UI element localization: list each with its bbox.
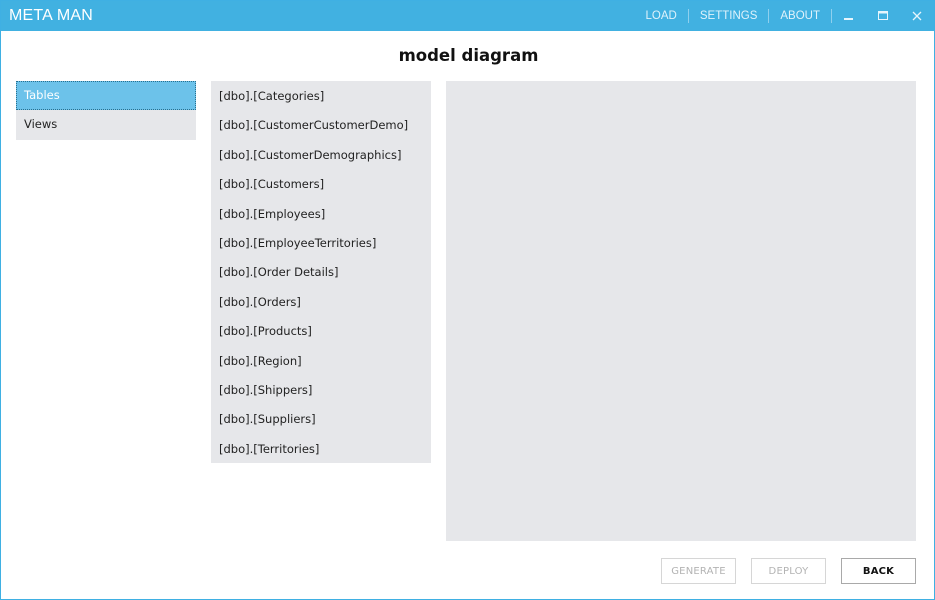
table-list-item[interactable]: [dbo].[CustomerCustomerDemo] (211, 111, 431, 140)
settings-link[interactable]: SETTINGS (689, 9, 769, 23)
table-list-item[interactable]: [dbo].[CustomerDemographics] (211, 141, 431, 170)
minimize-icon (844, 18, 853, 20)
maximize-button[interactable] (866, 1, 900, 31)
table-list-item[interactable]: [dbo].[Categories] (211, 82, 431, 111)
generate-button[interactable]: GENERATE (661, 558, 736, 584)
table-list-item[interactable]: [dbo].[Territories] (211, 435, 431, 464)
about-link[interactable]: ABOUT (769, 9, 831, 23)
back-button[interactable]: BACK (841, 558, 916, 584)
close-button[interactable] (900, 1, 934, 31)
maximize-icon (878, 11, 888, 20)
table-list-item[interactable]: [dbo].[Orders] (211, 288, 431, 317)
top-nav: LOAD SETTINGS ABOUT (635, 1, 934, 31)
table-list-item[interactable]: [dbo].[Customers] (211, 170, 431, 199)
category-item-tables[interactable]: Tables (16, 81, 196, 110)
table-list-item[interactable]: [dbo].[Order Details] (211, 258, 431, 287)
category-list: Tables Views (16, 81, 196, 140)
table-list-item[interactable]: [dbo].[Region] (211, 347, 431, 376)
table-list-item[interactable]: [dbo].[EmployeeTerritories] (211, 229, 431, 258)
title-bar[interactable]: META MAN LOAD SETTINGS ABOUT (1, 1, 934, 31)
table-list: [dbo].[Categories] [dbo].[CustomerCustom… (211, 81, 431, 463)
minimize-button[interactable] (832, 1, 866, 31)
table-list-item[interactable]: [dbo].[Shippers] (211, 376, 431, 405)
table-list-item[interactable]: [dbo].[Employees] (211, 200, 431, 229)
page-title: model diagram (398, 46, 539, 65)
app-window: META MAN LOAD SETTINGS ABOUT model diagr… (0, 0, 935, 600)
deploy-button[interactable]: DEPLOY (751, 558, 826, 584)
category-item-views[interactable]: Views (16, 110, 196, 139)
table-list-item[interactable]: [dbo].[Products] (211, 317, 431, 346)
table-list-item[interactable]: [dbo].[Suppliers] (211, 405, 431, 434)
diagram-canvas[interactable] (446, 81, 916, 541)
app-title: META MAN (9, 7, 93, 24)
close-icon (912, 11, 922, 21)
load-link[interactable]: LOAD (635, 9, 688, 23)
